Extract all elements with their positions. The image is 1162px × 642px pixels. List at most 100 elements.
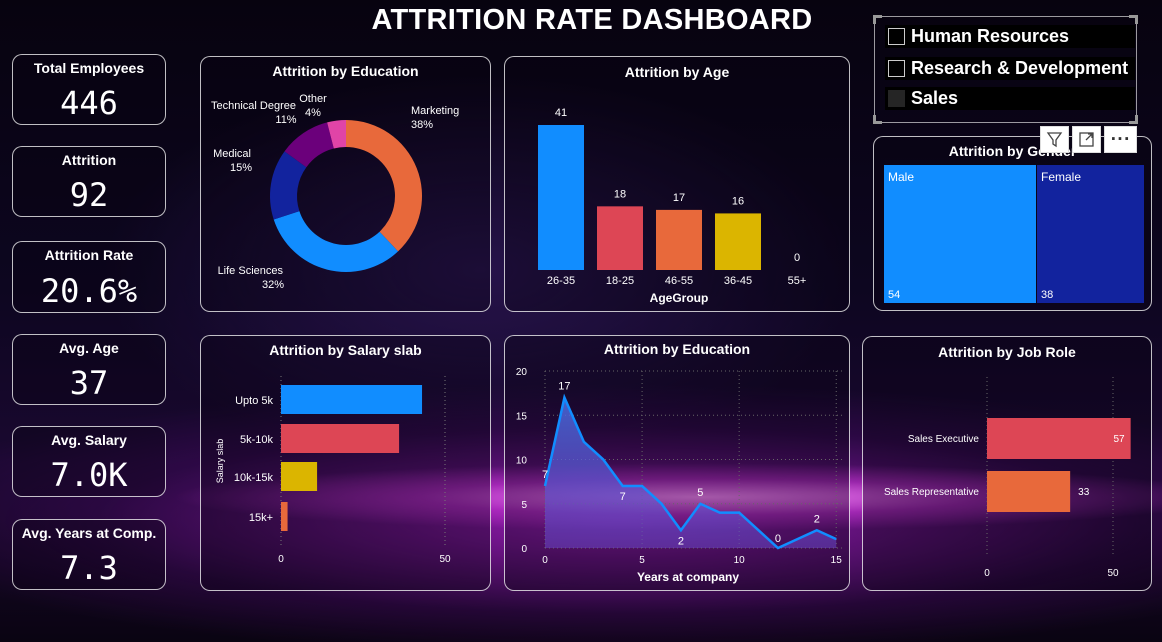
age-bar	[597, 206, 643, 270]
kpi-total-employees: Total Employees 446	[12, 54, 166, 125]
salary-bar	[281, 502, 288, 531]
bar-value-label: 41	[555, 107, 567, 119]
salary-bar	[281, 385, 423, 414]
kpi-label: Avg. Salary	[51, 432, 127, 448]
data-label: 7	[542, 469, 548, 481]
x-tick-label: 0	[984, 568, 990, 579]
treemap-tile-male[interactable]: Male 54	[884, 165, 1036, 303]
y-tick-label: Sales Representative	[884, 487, 979, 498]
salary-bar-chart[interactable]: 0 50 Upto 5k 5k-10k 10k-15k 15k+ Salary slab	[201, 336, 490, 590]
x-tick-label: 36-45	[724, 275, 752, 287]
kpi-attrition: Attrition 92	[12, 146, 166, 217]
bar-value-label: 0	[794, 252, 800, 264]
slice-label: Technical Degree	[211, 100, 296, 112]
slicer-item-label: Sales	[911, 88, 959, 108]
y-tick-label: 5	[521, 500, 527, 511]
bar-value-label: 17	[673, 192, 685, 204]
kpi-value: 7.0K	[50, 456, 128, 494]
x-axis-title: AgeGroup	[650, 291, 709, 305]
salary-bar-panel[interactable]: Attrition by Salary slab 0 50 Upto 5k 5k-10…	[200, 335, 491, 591]
slicer-item-research-development[interactable]: Research & Development	[885, 57, 1135, 80]
kpi-avg-salary: Avg. Salary 7.0K	[12, 426, 166, 497]
slicer-item-human-resources[interactable]: Human Resources	[885, 25, 1135, 48]
slice-label: Marketing	[411, 105, 459, 117]
kpi-label: Attrition	[61, 152, 117, 168]
x-tick-label: 5	[639, 555, 645, 566]
slice-label: Other	[299, 93, 327, 105]
slice-label: Life Sciences	[218, 265, 284, 277]
y-tick-label: 20	[516, 367, 528, 378]
education-donut-chart[interactable]: Marketing 38% Life Sciences 32% Medical 15% Te…	[201, 57, 490, 311]
data-label: 5	[697, 487, 703, 499]
checkbox[interactable]	[888, 60, 905, 77]
x-tick-label: 10	[734, 555, 746, 566]
y-tick-label: 5k-10k	[240, 434, 274, 446]
tile-value: 54	[888, 289, 901, 301]
salary-bar	[281, 424, 400, 453]
slicer-item-sales[interactable]: Sales	[885, 87, 1135, 110]
x-tick-label: 50	[1107, 568, 1119, 579]
slice-percent: 11%	[275, 114, 296, 126]
tile-label: Female	[1041, 170, 1082, 184]
slice-percent: 38%	[411, 119, 433, 131]
jobrole-bar-chart[interactable]: 0 50 Sales Executive 57 Sales Representative…	[863, 337, 1151, 590]
checkbox[interactable]	[888, 28, 905, 45]
salary-bar	[281, 462, 318, 491]
bar-value-label: 57	[1114, 434, 1126, 445]
bar-value-label: 33	[1078, 487, 1090, 498]
donut-slice	[346, 120, 422, 252]
y-tick-label: Upto 5k	[235, 395, 273, 407]
kpi-label: Avg. Years at Comp.	[21, 525, 157, 541]
x-tick-label: 0	[542, 555, 548, 566]
department-slicer[interactable]: Human Resources Research & Development S…	[873, 15, 1138, 124]
kpi-value: 7.3	[60, 549, 118, 587]
slicer-item-label: Research & Development	[911, 58, 1129, 78]
bar-value-label: 18	[614, 188, 626, 200]
age-bar-chart[interactable]: 41 26-35 18 18-25 17 46-55 16 36-45 0 55+ AgeGroup	[505, 57, 849, 311]
y-tick-label: Sales Executive	[908, 434, 980, 445]
y-tick-label: 10	[516, 456, 528, 467]
age-bar	[715, 213, 761, 270]
kpi-attrition-rate: Attrition Rate 20.6%	[12, 241, 166, 313]
area-fill	[545, 397, 837, 548]
slice-percent: 32%	[262, 279, 284, 291]
data-label: 2	[678, 535, 684, 547]
age-bar-panel[interactable]: Attrition by Age 41 26-35 18 18-25 17 46-55 16…	[504, 56, 850, 312]
age-bar	[656, 209, 702, 270]
x-axis-title: Years at company	[637, 570, 739, 584]
y-tick-label: 15	[516, 411, 528, 422]
data-label: 0	[775, 533, 781, 545]
tile-label: Male	[888, 170, 915, 184]
tile-value: 38	[1041, 289, 1054, 301]
slice-label: Medical	[213, 148, 251, 160]
focus-mode-icon[interactable]	[1072, 126, 1101, 153]
kpi-avg-age: Avg. Age 37	[12, 334, 166, 405]
y-tick-label: 0	[521, 544, 527, 555]
x-tick-label: 46-55	[665, 275, 693, 287]
kpi-value: 446	[60, 84, 118, 122]
years-area-panel[interactable]: Attrition by Education 0 5 10 15 20 0 5 10 15 7 17…	[504, 335, 850, 591]
resize-handle[interactable]	[1129, 115, 1138, 124]
kpi-label: Avg. Age	[59, 340, 119, 356]
resize-handle[interactable]	[1129, 15, 1138, 24]
y-tick-label: 15k+	[249, 512, 273, 524]
x-tick-label: 18-25	[606, 275, 634, 287]
years-area-chart[interactable]: 0 5 10 15 20 0 5 10 15 7 17 7 2 5 0 2 Years at company	[505, 336, 849, 590]
jobrole-bar-panel[interactable]: Attrition by Job Role 0 50 Sales Executive…	[862, 336, 1152, 591]
more-options-icon[interactable]: ···	[1104, 126, 1137, 153]
x-tick-label: 15	[831, 555, 843, 566]
data-label: 7	[620, 491, 626, 503]
age-bar	[538, 125, 584, 270]
kpi-label: Attrition Rate	[44, 247, 134, 263]
education-donut-panel[interactable]: Attrition by Education Marketing 38% Life …	[200, 56, 491, 312]
kpi-value: 92	[69, 176, 109, 214]
slice-percent: 15%	[230, 162, 252, 174]
x-tick-label: 26-35	[547, 275, 575, 287]
resize-handle[interactable]	[873, 115, 882, 124]
treemap-tile-female[interactable]: Female 38	[1037, 165, 1144, 303]
resize-handle[interactable]	[873, 15, 882, 24]
checkbox-checked[interactable]	[888, 90, 905, 107]
kpi-label: Total Employees	[33, 60, 145, 76]
filter-icon[interactable]	[1040, 126, 1069, 153]
gender-treemap-panel[interactable]: Attrition by Gender Male 54 Female 38	[873, 136, 1152, 311]
